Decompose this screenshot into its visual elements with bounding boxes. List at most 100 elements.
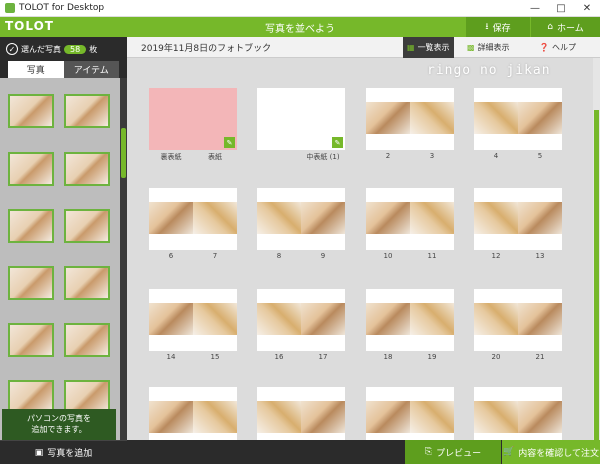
window-title: TOLOT for Desktop bbox=[19, 3, 105, 13]
page[interactable] bbox=[474, 188, 518, 250]
page[interactable] bbox=[301, 188, 345, 250]
spread-4-5[interactable] bbox=[474, 88, 562, 150]
maximize-button[interactable]: □ bbox=[548, 0, 574, 17]
app-header: TOLOT 写真を並べよう ⭳ 保存 ⌂ ホーム bbox=[0, 17, 600, 37]
photo-thumbnail[interactable] bbox=[64, 266, 110, 300]
page[interactable] bbox=[518, 188, 562, 250]
photo-thumbnail[interactable] bbox=[64, 209, 110, 243]
spread-12-13[interactable] bbox=[474, 188, 562, 250]
page-label: 18 bbox=[383, 353, 393, 361]
home-button[interactable]: ⌂ ホーム bbox=[531, 17, 600, 37]
page[interactable] bbox=[518, 88, 562, 150]
page[interactable] bbox=[474, 289, 518, 351]
grid-icon: ▦ bbox=[407, 43, 415, 52]
page-label: 9 bbox=[320, 252, 326, 260]
photo-thumbnail[interactable] bbox=[64, 323, 110, 357]
title-bar: TOLOT for Desktop — □ ✕ bbox=[0, 0, 600, 17]
edit-icon: ✎ bbox=[332, 137, 343, 148]
home-icon: ⌂ bbox=[547, 22, 553, 32]
tab-items[interactable]: アイテム bbox=[63, 61, 119, 78]
front-cover-page[interactable]: ✎ bbox=[193, 88, 237, 150]
list-view-button[interactable]: ▦ 一覧表示 bbox=[403, 37, 454, 58]
tab-photos[interactable]: 写真 bbox=[8, 61, 64, 78]
spread-14-15[interactable] bbox=[149, 289, 237, 351]
page[interactable] bbox=[301, 289, 345, 351]
edit-icon: ✎ bbox=[224, 137, 235, 148]
confirm-order-button[interactable]: 🛒 内容を確認して注文 bbox=[502, 440, 600, 464]
sidebar-scroll-thumb[interactable] bbox=[121, 128, 126, 178]
page-label: 20 bbox=[491, 353, 501, 361]
page[interactable] bbox=[366, 289, 410, 351]
spread-18-19[interactable] bbox=[366, 289, 454, 351]
main-scroll-thumb[interactable] bbox=[594, 110, 599, 440]
close-button[interactable]: ✕ bbox=[574, 0, 600, 17]
page-label: 17 bbox=[318, 353, 328, 361]
book-icon: ⎘ bbox=[424, 447, 433, 457]
sidebar-scrollbar[interactable] bbox=[120, 78, 127, 446]
photo-thumbnail[interactable] bbox=[8, 209, 54, 243]
page[interactable] bbox=[474, 88, 518, 150]
page-label: 中表紙 (1) bbox=[306, 153, 340, 161]
photo-thumbnail[interactable] bbox=[8, 94, 54, 128]
page[interactable] bbox=[410, 289, 454, 351]
page-label: 8 bbox=[276, 252, 282, 260]
page-label: 10 bbox=[383, 252, 393, 260]
page[interactable] bbox=[366, 88, 410, 150]
page[interactable] bbox=[193, 188, 237, 250]
page-label: 2 bbox=[385, 152, 391, 160]
selected-photos-counter: ✓ 選んだ写真 58 枚 bbox=[0, 37, 127, 61]
watermark: ringo no jikan bbox=[427, 63, 551, 78]
add-photo-icon: ▣ bbox=[34, 447, 44, 458]
title-page[interactable]: ✎ bbox=[301, 88, 345, 150]
back-cover-page[interactable] bbox=[149, 88, 193, 150]
spread-20-21[interactable] bbox=[474, 289, 562, 351]
main-scrollbar[interactable] bbox=[593, 58, 600, 440]
spread-title[interactable]: ✎ bbox=[257, 88, 345, 150]
preview-button[interactable]: ⎘ プレビュー bbox=[405, 440, 501, 464]
page[interactable] bbox=[193, 289, 237, 351]
help-button[interactable]: ❓ ヘルプ bbox=[535, 37, 580, 58]
selected-count-badge: 58 bbox=[64, 44, 87, 54]
spread-10-11[interactable] bbox=[366, 188, 454, 250]
page[interactable] bbox=[149, 188, 193, 250]
spread-16-17[interactable] bbox=[257, 289, 345, 351]
photo-thumbnail[interactable] bbox=[8, 266, 54, 300]
spread-8-9[interactable] bbox=[257, 188, 345, 250]
page[interactable] bbox=[257, 289, 301, 351]
blank-page[interactable] bbox=[257, 88, 301, 150]
add-photos-button[interactable]: ▣ 写真を追加 bbox=[0, 440, 127, 464]
page-label: 6 bbox=[168, 252, 174, 260]
cart-icon: 🛒 bbox=[503, 447, 515, 457]
app-icon bbox=[5, 3, 15, 13]
page-label: 4 bbox=[493, 152, 499, 160]
detail-view-button[interactable]: ▩ 詳細表示 bbox=[463, 37, 514, 58]
page-label: 12 bbox=[491, 252, 501, 260]
photo-thumbnail[interactable] bbox=[64, 94, 110, 128]
page[interactable] bbox=[410, 188, 454, 250]
page-label: 13 bbox=[535, 252, 545, 260]
minimize-button[interactable]: — bbox=[522, 0, 548, 17]
page[interactable] bbox=[518, 289, 562, 351]
save-button[interactable]: ⭳ 保存 bbox=[466, 17, 530, 37]
spread-6-7[interactable] bbox=[149, 188, 237, 250]
page[interactable] bbox=[149, 289, 193, 351]
photo-thumbnail[interactable] bbox=[8, 323, 54, 357]
editor-toolbar: 2019年11月8日のフォトブック ▦ 一覧表示 ▩ 詳細表示 ❓ ヘルプ bbox=[127, 37, 600, 58]
tolot-logo: TOLOT bbox=[5, 19, 54, 33]
page-label: 15 bbox=[210, 353, 220, 361]
photo-thumbnail[interactable] bbox=[64, 152, 110, 186]
photo-thumbnail[interactable] bbox=[8, 152, 54, 186]
page-label: 3 bbox=[429, 152, 435, 160]
page[interactable] bbox=[410, 88, 454, 150]
page[interactable] bbox=[257, 188, 301, 250]
page-label: 11 bbox=[427, 252, 437, 260]
help-icon: ❓ bbox=[539, 43, 549, 52]
detail-icon: ▩ bbox=[467, 43, 475, 52]
page-label: 7 bbox=[212, 252, 218, 260]
spread-cover[interactable]: ✎ bbox=[149, 88, 237, 150]
check-icon: ✓ bbox=[6, 43, 18, 55]
photo-thumbnail-list[interactable] bbox=[0, 78, 120, 446]
page-label: 5 bbox=[537, 152, 543, 160]
page[interactable] bbox=[366, 188, 410, 250]
spread-2-3[interactable] bbox=[366, 88, 454, 150]
